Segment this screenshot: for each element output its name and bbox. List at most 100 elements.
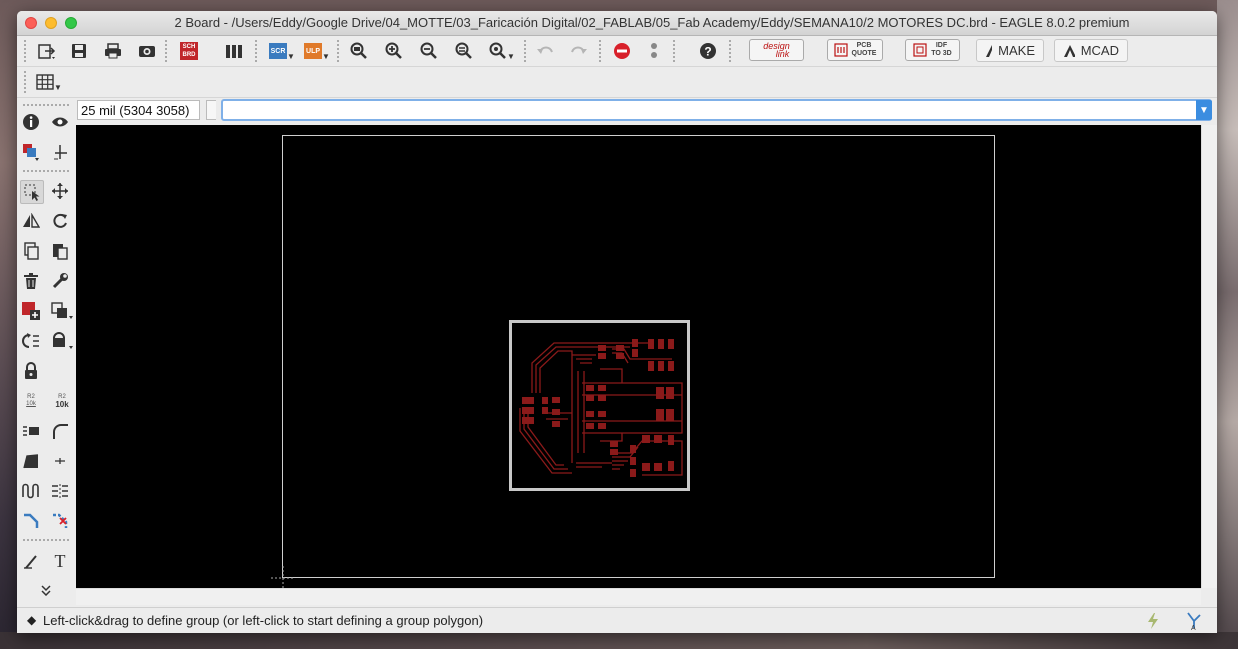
toolbar-separator bbox=[599, 40, 601, 62]
rotate-icon[interactable] bbox=[49, 210, 71, 232]
pcb-traces bbox=[519, 339, 683, 477]
autorouter-status-icon[interactable]: A bbox=[1186, 611, 1204, 631]
miter-icon[interactable] bbox=[49, 420, 71, 442]
redraw-icon[interactable] bbox=[452, 40, 476, 62]
status-message: Left-click&drag to define group (or left… bbox=[43, 613, 484, 628]
desktop-background-bottom bbox=[0, 632, 1238, 649]
command-history-dropdown[interactable]: ▼ bbox=[1196, 100, 1212, 120]
ulp-label: ULP bbox=[304, 43, 323, 59]
status-diamond-icon: ◆ bbox=[27, 613, 37, 627]
save-icon[interactable] bbox=[67, 40, 91, 62]
palette-separator bbox=[23, 170, 69, 172]
replace-part-icon[interactable] bbox=[49, 300, 75, 322]
go-icon[interactable] bbox=[642, 40, 666, 62]
zoom-fit-icon[interactable] bbox=[347, 40, 371, 62]
idf-label-top: IDF bbox=[935, 42, 948, 49]
mirror-icon[interactable] bbox=[20, 210, 42, 232]
redo-icon[interactable] bbox=[567, 40, 591, 62]
split-icon[interactable] bbox=[20, 450, 42, 472]
optimize-icon[interactable] bbox=[49, 450, 71, 472]
pcb-board-outline bbox=[509, 320, 690, 491]
zoom-in-icon[interactable] bbox=[382, 40, 406, 62]
switch-schematic-board-icon[interactable]: SCH BRD bbox=[177, 40, 201, 62]
mark-icon[interactable] bbox=[49, 141, 71, 163]
main-toolbar: SCH BRD SCR ▼ ULP ▼ ▼ ? design link PCB … bbox=[17, 36, 1217, 67]
vertical-scrollbar[interactable] bbox=[1201, 125, 1217, 588]
expand-more-icon[interactable] bbox=[35, 579, 57, 601]
horizontal-scrollbar[interactable] bbox=[76, 588, 1201, 605]
command-row: 25 mil (5304 3058) ▼ bbox=[75, 99, 1217, 123]
grid-icon[interactable]: ▼ bbox=[35, 71, 63, 93]
value-icon[interactable]: R2 10k bbox=[49, 390, 75, 412]
command-history-toggle[interactable] bbox=[206, 100, 216, 120]
zoom-out-icon[interactable] bbox=[417, 40, 441, 62]
cam-processor-icon[interactable] bbox=[135, 40, 159, 62]
pcb-quote-button[interactable]: PCB QUOTE bbox=[827, 39, 883, 61]
name-icon-label-bottom: 10k bbox=[26, 401, 36, 407]
toolbar-separator bbox=[337, 40, 339, 62]
left-tool-palette: R2 10k R2 10k T bbox=[17, 98, 75, 605]
route-icon[interactable] bbox=[20, 510, 42, 532]
minimize-window-button[interactable] bbox=[45, 17, 57, 29]
maximize-window-button[interactable] bbox=[65, 17, 77, 29]
close-window-button[interactable] bbox=[25, 17, 37, 29]
run-ulp-icon[interactable]: ULP ▼ bbox=[304, 40, 330, 62]
toolbar-separator bbox=[165, 40, 167, 62]
undo-icon[interactable] bbox=[533, 40, 557, 62]
lock-icon[interactable] bbox=[20, 360, 42, 382]
display-layers-icon[interactable] bbox=[20, 141, 42, 163]
toolbar-separator bbox=[255, 40, 257, 62]
stop-icon[interactable] bbox=[610, 40, 634, 62]
autodesk-logo-icon bbox=[1064, 44, 1075, 57]
show-icon[interactable] bbox=[49, 111, 71, 133]
zoom-select-icon[interactable]: ▼ bbox=[488, 40, 516, 62]
smash-icon[interactable] bbox=[20, 420, 42, 442]
open-icon[interactable] bbox=[35, 40, 59, 62]
text-icon[interactable]: T bbox=[49, 550, 71, 572]
name-icon[interactable]: R2 10k bbox=[20, 390, 42, 412]
brd-label: BRD bbox=[182, 52, 196, 58]
pcb-quote-label-bottom: QUOTE bbox=[851, 50, 877, 57]
toolbar-separator bbox=[729, 40, 731, 62]
secondary-toolbar: ▼ bbox=[17, 67, 1217, 98]
board-editor-canvas[interactable] bbox=[76, 125, 1201, 590]
library-icon[interactable] bbox=[222, 40, 246, 62]
design-link-button[interactable]: design link bbox=[749, 39, 804, 61]
print-icon[interactable] bbox=[101, 40, 125, 62]
pcb-quote-label-top: PCB bbox=[856, 42, 872, 49]
info-icon[interactable] bbox=[20, 111, 42, 133]
svg-text:?: ? bbox=[704, 45, 711, 59]
command-line-input[interactable] bbox=[221, 99, 1212, 121]
copy-icon[interactable] bbox=[20, 240, 42, 262]
lightning-icon[interactable] bbox=[1146, 613, 1160, 629]
change-icon[interactable] bbox=[49, 270, 71, 292]
idf-to-3d-button[interactable]: IDF TO 3D bbox=[905, 39, 960, 61]
value-icon-label-bottom: 10k bbox=[55, 400, 69, 409]
palette-grip bbox=[23, 104, 69, 106]
idf-label-bottom: TO 3D bbox=[931, 50, 952, 57]
group-icon[interactable] bbox=[20, 180, 44, 204]
ripup-route-icon[interactable] bbox=[49, 510, 71, 532]
sch-label: SCH bbox=[182, 44, 196, 50]
wire-icon[interactable] bbox=[20, 550, 42, 572]
autodesk-logo-icon bbox=[986, 44, 993, 57]
mcad-label: MCAD bbox=[1080, 43, 1119, 58]
make-button[interactable]: MAKE bbox=[976, 39, 1044, 62]
pinswap-icon[interactable] bbox=[49, 330, 75, 352]
palette-separator bbox=[23, 539, 69, 541]
meander-icon[interactable] bbox=[20, 480, 42, 502]
swap-icon[interactable] bbox=[20, 330, 42, 352]
coordinate-display: 25 mil (5304 3058) bbox=[77, 100, 200, 120]
delete-icon[interactable] bbox=[20, 270, 42, 292]
paste-icon[interactable] bbox=[49, 240, 71, 262]
mcad-button[interactable]: MCAD bbox=[1054, 39, 1128, 62]
make-label: MAKE bbox=[998, 43, 1035, 58]
toolbar-separator bbox=[524, 40, 526, 62]
ripup-icon[interactable] bbox=[49, 480, 71, 502]
status-bar: ◆ Left-click&drag to define group (or le… bbox=[17, 607, 1217, 633]
add-part-icon[interactable] bbox=[20, 300, 42, 322]
eagle-board-window: 2 Board - /Users/Eddy/Google Drive/04_MO… bbox=[17, 11, 1217, 633]
run-script-icon[interactable]: SCR ▼ bbox=[269, 40, 295, 62]
help-icon[interactable]: ? bbox=[696, 40, 720, 62]
move-icon[interactable] bbox=[49, 180, 71, 202]
